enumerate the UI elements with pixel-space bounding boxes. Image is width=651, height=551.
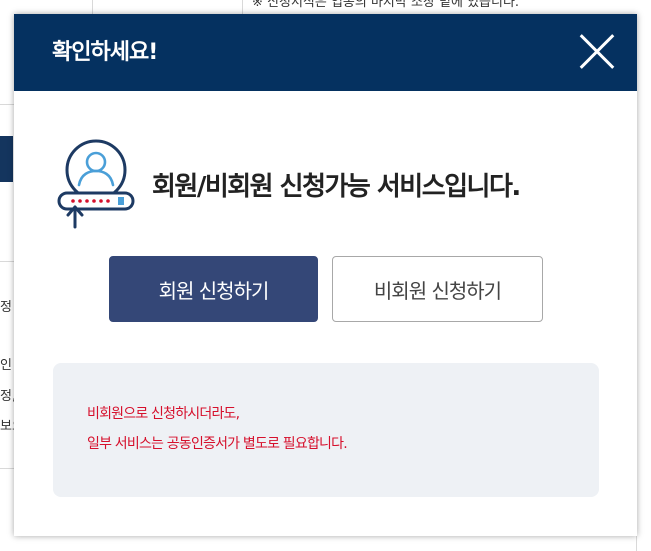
dialog-header: 확인하세요! xyxy=(14,14,637,91)
background-tab xyxy=(0,136,13,182)
dialog-title: 확인하세요! xyxy=(52,40,158,65)
close-button[interactable] xyxy=(577,32,617,72)
member-apply-button[interactable]: 회원 신청하기 xyxy=(109,256,318,322)
background-divider xyxy=(242,0,243,14)
background-divider xyxy=(92,0,93,14)
background-divider xyxy=(0,261,14,262)
notice-line-2: 일부 서비스는 공동인증서가 별도로 필요합니다. xyxy=(87,436,348,452)
background-text-fragment: 인 xyxy=(0,358,12,373)
notice-box: 비회원으로 신청하시더라도, 일부 서비스는 공동인증서가 별도로 필요합니다. xyxy=(53,363,599,497)
background-notice-text: ※ 신청서식은 업종의 마지막 소장 밑에 있습니다. xyxy=(252,0,520,10)
user-login-icon xyxy=(57,139,135,229)
background-divider xyxy=(0,468,14,469)
background-divider xyxy=(0,104,14,105)
service-headline: 회원/비회원 신청가능 서비스입니다. xyxy=(152,172,521,202)
guest-apply-button[interactable]: 비회원 신청하기 xyxy=(332,256,543,322)
background-text-fragment: 정 xyxy=(0,300,12,315)
confirm-dialog: 확인하세요! 회원/비회원 신청가능 서비스입니다. 회원 신청하기 비회원 신… xyxy=(14,14,637,536)
notice-line-1: 비회원으로 신청하시더라도, xyxy=(87,406,240,422)
